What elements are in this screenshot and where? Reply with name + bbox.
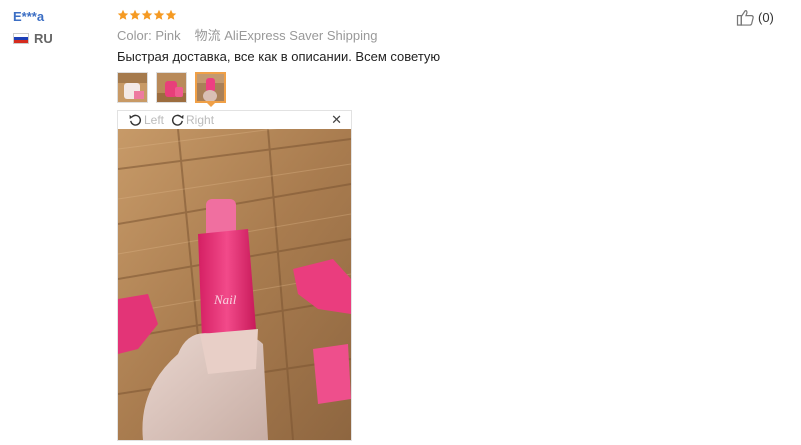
thumbnail-image-icon — [118, 73, 147, 102]
review-photo-image: Nail — [118, 129, 351, 440]
rotate-right-icon — [172, 114, 184, 126]
thumbs-up-icon — [736, 10, 754, 26]
like-count: (0) — [758, 10, 774, 25]
rotate-left-label: Left — [144, 113, 165, 127]
photo-thumbnail-3[interactable] — [195, 72, 226, 103]
close-icon[interactable]: ✕ — [331, 113, 342, 127]
photo-thumbnails — [117, 72, 787, 103]
photo-viewer: Left Right ✕ Nail — [117, 110, 352, 441]
rotate-left-icon — [129, 114, 142, 126]
reviewer-name: E***a — [13, 9, 45, 24]
reviewer-info: E***a RU — [13, 9, 103, 46]
review-photo: Nail — [118, 129, 351, 440]
star-icon — [165, 9, 177, 21]
color-label: Color: — [117, 28, 152, 43]
rotate-right-button[interactable]: Right — [170, 113, 214, 127]
star-icon — [153, 9, 165, 21]
color-info: Color: Pink — [117, 28, 181, 44]
shipping-label: 物流 — [194, 28, 221, 43]
viewer-toolbar: Left Right ✕ — [118, 111, 351, 129]
country-code: RU — [34, 31, 53, 46]
shipping-info: 物流 AliExpress Saver Shipping — [195, 28, 378, 44]
order-meta: Color: Pink 物流 AliExpress Saver Shipping — [117, 28, 787, 44]
star-icon — [117, 9, 129, 21]
reviewer-country: RU — [13, 31, 103, 46]
feedback-text: Быстрая доставка, все как в описании. Вс… — [117, 49, 441, 64]
russia-flag-icon — [13, 33, 29, 44]
rotate-right-label: Right — [186, 113, 215, 127]
photo-thumbnail-1[interactable] — [117, 72, 148, 103]
color-value: Pink — [155, 28, 181, 43]
review-body: Color: Pink 物流 AliExpress Saver Shipping… — [117, 9, 787, 103]
active-thumbnail-indicator — [206, 102, 216, 107]
photo-thumbnail-2[interactable] — [156, 72, 187, 103]
star-rating — [117, 9, 787, 23]
nail-brand-mark: Nail — [213, 292, 237, 307]
star-icon — [129, 9, 141, 21]
rotate-left-button[interactable]: Left — [128, 113, 164, 127]
thumbnail-image-icon — [157, 73, 186, 102]
like-button[interactable]: (0) — [736, 9, 774, 26]
star-icon — [141, 9, 153, 21]
thumbnail-image-icon — [197, 74, 224, 101]
shipping-value: AliExpress Saver Shipping — [224, 28, 378, 43]
